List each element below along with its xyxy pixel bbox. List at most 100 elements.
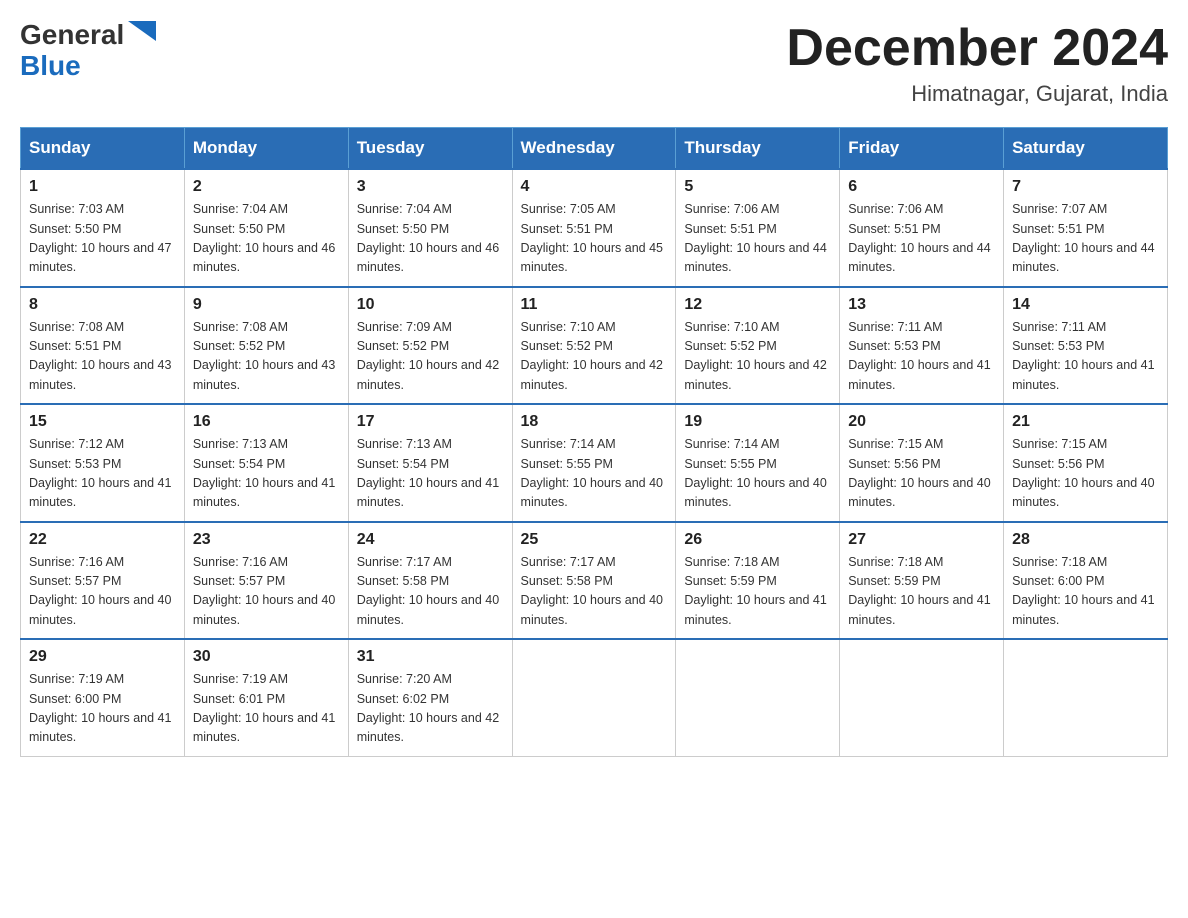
location: Himatnagar, Gujarat, India — [786, 81, 1168, 107]
table-cell: 1 Sunrise: 7:03 AMSunset: 5:50 PMDayligh… — [21, 169, 185, 287]
table-cell: 27 Sunrise: 7:18 AMSunset: 5:59 PMDaylig… — [840, 522, 1004, 640]
table-cell: 28 Sunrise: 7:18 AMSunset: 6:00 PMDaylig… — [1004, 522, 1168, 640]
day-number: 6 — [848, 178, 995, 196]
day-info: Sunrise: 7:16 AMSunset: 5:57 PMDaylight:… — [193, 553, 340, 631]
day-number: 4 — [521, 178, 668, 196]
day-info: Sunrise: 7:16 AMSunset: 5:57 PMDaylight:… — [29, 553, 176, 631]
day-info: Sunrise: 7:06 AMSunset: 5:51 PMDaylight:… — [684, 200, 831, 278]
col-sunday: Sunday — [21, 128, 185, 170]
logo: GeneralBlue — [20, 20, 156, 82]
day-number: 14 — [1012, 296, 1159, 314]
table-cell: 4 Sunrise: 7:05 AMSunset: 5:51 PMDayligh… — [512, 169, 676, 287]
day-info: Sunrise: 7:14 AMSunset: 5:55 PMDaylight:… — [521, 435, 668, 513]
table-cell: 20 Sunrise: 7:15 AMSunset: 5:56 PMDaylig… — [840, 404, 1004, 522]
col-tuesday: Tuesday — [348, 128, 512, 170]
table-cell: 12 Sunrise: 7:10 AMSunset: 5:52 PMDaylig… — [676, 287, 840, 405]
day-info: Sunrise: 7:04 AMSunset: 5:50 PMDaylight:… — [357, 200, 504, 278]
day-number: 18 — [521, 413, 668, 431]
day-info: Sunrise: 7:03 AMSunset: 5:50 PMDaylight:… — [29, 200, 176, 278]
table-cell: 11 Sunrise: 7:10 AMSunset: 5:52 PMDaylig… — [512, 287, 676, 405]
col-saturday: Saturday — [1004, 128, 1168, 170]
table-cell: 23 Sunrise: 7:16 AMSunset: 5:57 PMDaylig… — [184, 522, 348, 640]
day-info: Sunrise: 7:10 AMSunset: 5:52 PMDaylight:… — [521, 318, 668, 396]
table-cell: 5 Sunrise: 7:06 AMSunset: 5:51 PMDayligh… — [676, 169, 840, 287]
table-cell: 14 Sunrise: 7:11 AMSunset: 5:53 PMDaylig… — [1004, 287, 1168, 405]
table-cell: 24 Sunrise: 7:17 AMSunset: 5:58 PMDaylig… — [348, 522, 512, 640]
table-cell: 10 Sunrise: 7:09 AMSunset: 5:52 PMDaylig… — [348, 287, 512, 405]
day-info: Sunrise: 7:19 AMSunset: 6:00 PMDaylight:… — [29, 670, 176, 748]
table-cell: 19 Sunrise: 7:14 AMSunset: 5:55 PMDaylig… — [676, 404, 840, 522]
table-cell: 15 Sunrise: 7:12 AMSunset: 5:53 PMDaylig… — [21, 404, 185, 522]
day-info: Sunrise: 7:15 AMSunset: 5:56 PMDaylight:… — [848, 435, 995, 513]
day-info: Sunrise: 7:10 AMSunset: 5:52 PMDaylight:… — [684, 318, 831, 396]
table-cell: 16 Sunrise: 7:13 AMSunset: 5:54 PMDaylig… — [184, 404, 348, 522]
day-number: 27 — [848, 531, 995, 549]
table-cell: 8 Sunrise: 7:08 AMSunset: 5:51 PMDayligh… — [21, 287, 185, 405]
week-row-4: 22 Sunrise: 7:16 AMSunset: 5:57 PMDaylig… — [21, 522, 1168, 640]
table-cell: 6 Sunrise: 7:06 AMSunset: 5:51 PMDayligh… — [840, 169, 1004, 287]
day-number: 22 — [29, 531, 176, 549]
day-number: 24 — [357, 531, 504, 549]
col-thursday: Thursday — [676, 128, 840, 170]
table-cell — [676, 639, 840, 756]
day-number: 13 — [848, 296, 995, 314]
day-info: Sunrise: 7:07 AMSunset: 5:51 PMDaylight:… — [1012, 200, 1159, 278]
logo-graphic: GeneralBlue — [20, 20, 156, 82]
week-row-2: 8 Sunrise: 7:08 AMSunset: 5:51 PMDayligh… — [21, 287, 1168, 405]
table-cell: 30 Sunrise: 7:19 AMSunset: 6:01 PMDaylig… — [184, 639, 348, 756]
day-number: 16 — [193, 413, 340, 431]
title-section: December 2024 Himatnagar, Gujarat, India — [786, 20, 1168, 107]
day-info: Sunrise: 7:13 AMSunset: 5:54 PMDaylight:… — [357, 435, 504, 513]
day-number: 30 — [193, 648, 340, 666]
week-row-1: 1 Sunrise: 7:03 AMSunset: 5:50 PMDayligh… — [21, 169, 1168, 287]
day-number: 9 — [193, 296, 340, 314]
day-number: 1 — [29, 178, 176, 196]
table-cell: 9 Sunrise: 7:08 AMSunset: 5:52 PMDayligh… — [184, 287, 348, 405]
day-number: 20 — [848, 413, 995, 431]
day-info: Sunrise: 7:19 AMSunset: 6:01 PMDaylight:… — [193, 670, 340, 748]
col-friday: Friday — [840, 128, 1004, 170]
page-header: GeneralBlue December 2024 Himatnagar, Gu… — [20, 20, 1168, 107]
table-cell: 25 Sunrise: 7:17 AMSunset: 5:58 PMDaylig… — [512, 522, 676, 640]
day-number: 21 — [1012, 413, 1159, 431]
day-info: Sunrise: 7:17 AMSunset: 5:58 PMDaylight:… — [521, 553, 668, 631]
day-number: 17 — [357, 413, 504, 431]
day-number: 5 — [684, 178, 831, 196]
day-number: 26 — [684, 531, 831, 549]
day-info: Sunrise: 7:14 AMSunset: 5:55 PMDaylight:… — [684, 435, 831, 513]
day-number: 2 — [193, 178, 340, 196]
day-number: 23 — [193, 531, 340, 549]
day-info: Sunrise: 7:11 AMSunset: 5:53 PMDaylight:… — [848, 318, 995, 396]
table-cell — [1004, 639, 1168, 756]
day-number: 19 — [684, 413, 831, 431]
table-cell: 7 Sunrise: 7:07 AMSunset: 5:51 PMDayligh… — [1004, 169, 1168, 287]
day-info: Sunrise: 7:05 AMSunset: 5:51 PMDaylight:… — [521, 200, 668, 278]
week-row-5: 29 Sunrise: 7:19 AMSunset: 6:00 PMDaylig… — [21, 639, 1168, 756]
day-number: 31 — [357, 648, 504, 666]
table-cell: 26 Sunrise: 7:18 AMSunset: 5:59 PMDaylig… — [676, 522, 840, 640]
table-cell: 29 Sunrise: 7:19 AMSunset: 6:00 PMDaylig… — [21, 639, 185, 756]
table-cell: 22 Sunrise: 7:16 AMSunset: 5:57 PMDaylig… — [21, 522, 185, 640]
col-monday: Monday — [184, 128, 348, 170]
day-number: 7 — [1012, 178, 1159, 196]
day-number: 25 — [521, 531, 668, 549]
day-info: Sunrise: 7:18 AMSunset: 5:59 PMDaylight:… — [684, 553, 831, 631]
day-info: Sunrise: 7:11 AMSunset: 5:53 PMDaylight:… — [1012, 318, 1159, 396]
day-info: Sunrise: 7:08 AMSunset: 5:52 PMDaylight:… — [193, 318, 340, 396]
day-number: 10 — [357, 296, 504, 314]
table-cell: 2 Sunrise: 7:04 AMSunset: 5:50 PMDayligh… — [184, 169, 348, 287]
calendar-table: Sunday Monday Tuesday Wednesday Thursday… — [20, 127, 1168, 757]
day-info: Sunrise: 7:06 AMSunset: 5:51 PMDaylight:… — [848, 200, 995, 278]
table-cell — [512, 639, 676, 756]
day-info: Sunrise: 7:18 AMSunset: 5:59 PMDaylight:… — [848, 553, 995, 631]
table-cell: 17 Sunrise: 7:13 AMSunset: 5:54 PMDaylig… — [348, 404, 512, 522]
day-number: 29 — [29, 648, 176, 666]
day-info: Sunrise: 7:09 AMSunset: 5:52 PMDaylight:… — [357, 318, 504, 396]
day-number: 15 — [29, 413, 176, 431]
calendar-header-row: Sunday Monday Tuesday Wednesday Thursday… — [21, 128, 1168, 170]
day-info: Sunrise: 7:20 AMSunset: 6:02 PMDaylight:… — [357, 670, 504, 748]
day-info: Sunrise: 7:18 AMSunset: 6:00 PMDaylight:… — [1012, 553, 1159, 631]
table-cell: 13 Sunrise: 7:11 AMSunset: 5:53 PMDaylig… — [840, 287, 1004, 405]
day-number: 11 — [521, 296, 668, 314]
day-info: Sunrise: 7:12 AMSunset: 5:53 PMDaylight:… — [29, 435, 176, 513]
